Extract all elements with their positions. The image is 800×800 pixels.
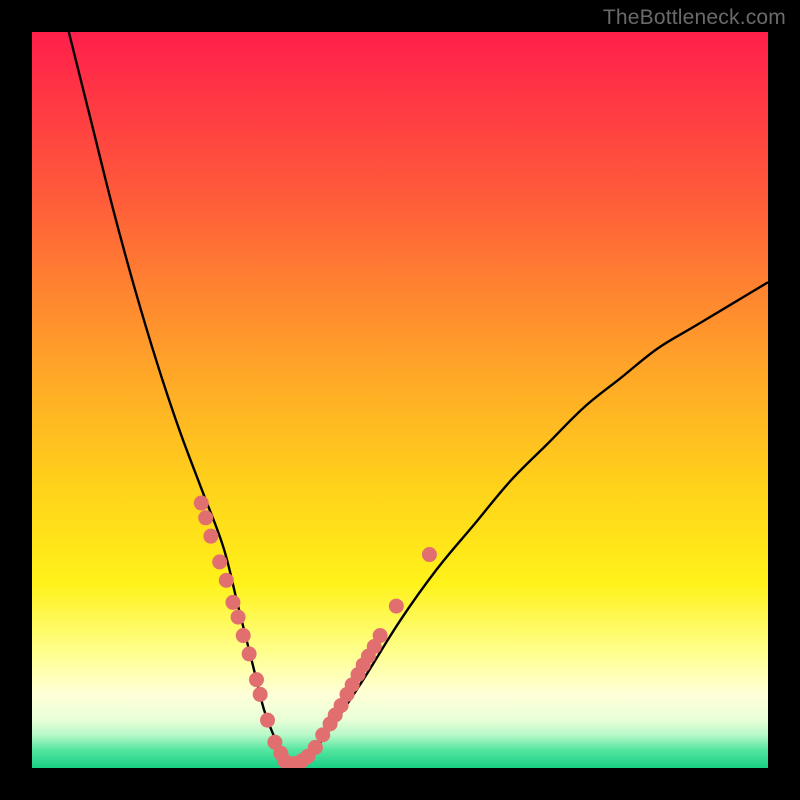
watermark-text: TheBottleneck.com xyxy=(603,6,786,30)
curve-marker xyxy=(253,687,268,702)
chart-frame: TheBottleneck.com xyxy=(0,0,800,800)
curve-marker xyxy=(242,646,257,661)
curve-marker xyxy=(231,610,246,625)
curve-marker xyxy=(203,529,218,544)
curve-marker xyxy=(194,496,209,511)
curve-marker xyxy=(236,628,251,643)
curve-marker xyxy=(198,510,213,525)
curve-marker xyxy=(249,672,264,687)
curve-marker xyxy=(219,573,234,588)
plot-area xyxy=(32,32,768,768)
curve-layer xyxy=(32,32,768,768)
curve-markers xyxy=(194,496,437,768)
curve-marker xyxy=(212,554,227,569)
curve-marker xyxy=(225,595,240,610)
bottleneck-curve xyxy=(69,32,768,766)
curve-marker xyxy=(422,547,437,562)
curve-marker xyxy=(308,740,323,755)
curve-marker xyxy=(373,628,388,643)
curve-marker xyxy=(260,713,275,728)
curve-marker xyxy=(389,599,404,614)
